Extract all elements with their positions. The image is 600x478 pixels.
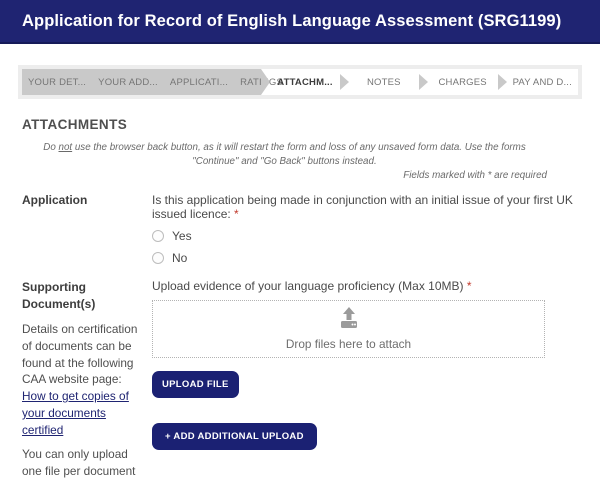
chevron-right-icon bbox=[340, 74, 349, 90]
upload-file-button[interactable]: UPLOAD FILE bbox=[152, 371, 239, 398]
upload-tray-icon bbox=[336, 307, 362, 334]
upload-field-col: Upload evidence of your language profici… bbox=[152, 279, 578, 478]
form-guidance-note: Do not use the browser back button, as i… bbox=[22, 141, 547, 183]
stepper-step-application[interactable]: APPLICATI... bbox=[164, 69, 234, 95]
stepper-track: YOUR DET... YOUR ADD... APPLICATI... RAT… bbox=[22, 69, 578, 95]
stepper-step-attachments[interactable]: ATTACHM... bbox=[270, 69, 340, 95]
application-label-col: Application bbox=[22, 193, 152, 265]
dropzone-hint-text: Drop files here to attach bbox=[286, 337, 411, 351]
chevron-right-icon bbox=[419, 74, 428, 90]
supporting-documents-sidebar: Supporting Document(s) Details on certif… bbox=[22, 279, 152, 478]
radio-button-icon[interactable] bbox=[152, 252, 164, 264]
section-heading: ATTACHMENTS bbox=[22, 117, 578, 132]
stepper-step-charges[interactable]: CHARGES bbox=[428, 69, 498, 95]
radio-button-icon[interactable] bbox=[152, 230, 164, 242]
stepper-step-notes[interactable]: NOTES bbox=[349, 69, 419, 95]
page-title: Application for Record of English Langua… bbox=[22, 12, 561, 31]
stepper-arrow-tip bbox=[261, 69, 270, 95]
radio-option-no[interactable]: No bbox=[152, 251, 578, 265]
one-file-per-header-text: You can only upload one file per documen… bbox=[22, 446, 138, 478]
application-question-row: Application Is this application being ma… bbox=[22, 193, 578, 265]
upload-evidence-label: Upload evidence of your language profici… bbox=[152, 279, 578, 293]
supporting-documents-row: Supporting Document(s) Details on certif… bbox=[22, 279, 578, 478]
supporting-documents-label: Supporting Document(s) bbox=[22, 279, 138, 313]
radio-label-no: No bbox=[172, 251, 187, 265]
stepper-completed-group: YOUR DET... YOUR ADD... APPLICATI... RAT… bbox=[22, 69, 261, 95]
required-asterisk: * bbox=[234, 207, 239, 221]
stepper-step-your-details[interactable]: YOUR DET... bbox=[22, 69, 92, 95]
chevron-right-icon bbox=[498, 74, 507, 90]
required-fields-note: Fields marked with * are required bbox=[22, 169, 547, 183]
initial-issue-question: Is this application being made in conjun… bbox=[152, 193, 578, 221]
app-header: Application for Record of English Langua… bbox=[0, 0, 600, 44]
add-additional-upload-button[interactable]: + ADD ADDITIONAL UPLOAD bbox=[152, 423, 317, 450]
required-asterisk: * bbox=[467, 279, 472, 293]
file-dropzone[interactable]: Drop files here to attach bbox=[152, 300, 545, 358]
certification-details-text: Details on certification of documents ca… bbox=[22, 321, 138, 438]
application-section-label: Application bbox=[22, 193, 152, 207]
progress-stepper: YOUR DET... YOUR ADD... APPLICATI... RAT… bbox=[18, 65, 582, 99]
application-field-col: Is this application being made in conjun… bbox=[152, 193, 578, 265]
main-content: ATTACHMENTS Do not use the browser back … bbox=[0, 117, 600, 478]
radio-option-yes[interactable]: Yes bbox=[152, 229, 578, 243]
stepper-step-your-address[interactable]: YOUR ADD... bbox=[92, 69, 164, 95]
stepper-step-pay-and-declare[interactable]: PAY AND D... bbox=[507, 69, 578, 95]
radio-label-yes: Yes bbox=[172, 229, 192, 243]
back-button-warning: Do not use the browser back button, as i… bbox=[22, 141, 547, 168]
certified-copies-link[interactable]: How to get copies of your documents cert… bbox=[22, 389, 129, 437]
